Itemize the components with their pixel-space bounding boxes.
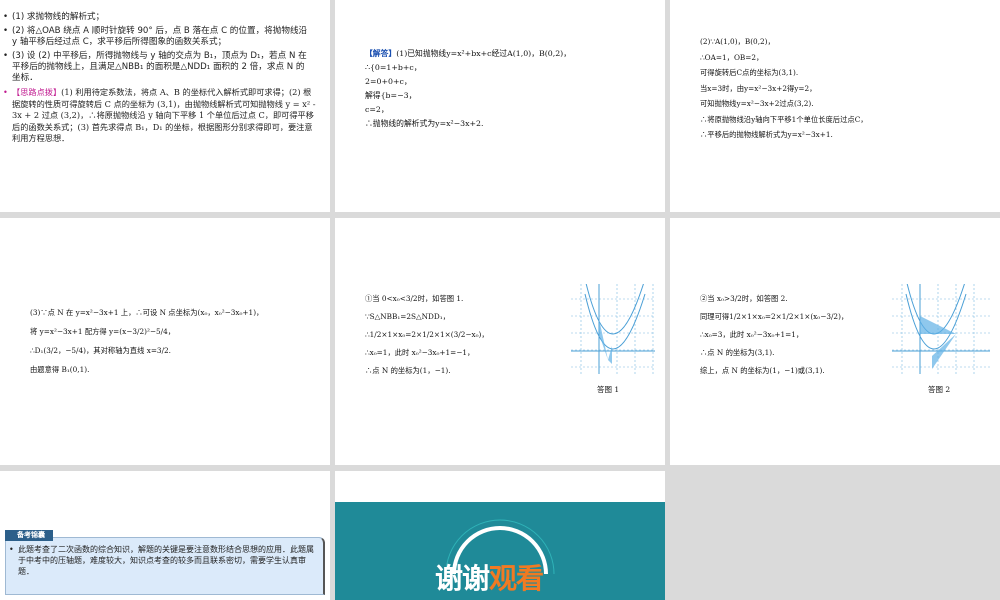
- figure-2-caption: 答图 2: [928, 385, 951, 394]
- figure-1-caption: 答图 1: [597, 385, 620, 394]
- figure-1: [571, 284, 655, 374]
- answer-part2: (2)∵A(1,0)，B(0,2)， ∴OA=1，OB=2， 可得旋转后C点的坐标为…: [700, 37, 868, 139]
- slide-5[interactable]: ①当 0<x₀<3/2时，如答图 1. ∵S△NBB₁=2S△NDD₁， ∴1/2×…: [335, 218, 665, 465]
- question-3: • (3) 设 (2) 中平移后，所得抛物线与 y 轴的交点为 B₁，顶点为 D₁…: [3, 51, 307, 83]
- question-2: • (2) 将△OAB 绕点 A 顺时针旋转 90° 后，点 B 落在点 C 的位…: [3, 26, 308, 47]
- slide-6[interactable]: ②当 x₀>3/2时，如答图 2. 同理可得1/2×1×x₀=2×1/2×1×(x…: [670, 218, 1000, 465]
- case-1: ①当 0<x₀<3/2时，如答图 1. ∵S△NBB₁=2S△NDD₁， ∴1/2×…: [365, 294, 489, 375]
- tip-box: • 此题考查了二次函数的综合知识，解题的关键是要注意数形结合思想的应用．此题属于中…: [5, 537, 325, 595]
- slide-4[interactable]: (3)∵点 N 在 y=x²−3x+1 上，∴可设 N 点坐标为(x₀，x₀²−…: [0, 218, 330, 465]
- thanks-title: 谢谢观看: [435, 562, 544, 595]
- empty-slot: [670, 471, 1000, 600]
- slide-7[interactable]: • 此题考查了二次函数的综合知识，解题的关键是要注意数形结合思想的应用．此题属于中…: [0, 471, 330, 600]
- slide-3[interactable]: (2)∵A(1,0)，B(0,2)， ∴OA=1，OB=2， 可得旋转后C点的坐标为…: [670, 0, 1000, 212]
- thanks-background: 谢谢观看: [335, 502, 665, 600]
- tip-tag: 备考锦囊: [5, 530, 53, 541]
- question-1: • (1) 求抛物线的解析式；: [3, 12, 105, 22]
- figure-2: [892, 284, 990, 374]
- slide-1[interactable]: • (1) 求抛物线的解析式； • (2) 将△OAB 绕点 A 顺时针旋转 90°…: [0, 0, 330, 212]
- slide-8[interactable]: 谢谢观看: [335, 471, 665, 600]
- case-2: ②当 x₀>3/2时，如答图 2. 同理可得1/2×1×x₀=2×1/2×1×(x…: [700, 294, 849, 375]
- slide-2[interactable]: 【解答】(1)已知抛物线y=x²+bx+c经过A(1,0)，B(0,2)， ∴{…: [335, 0, 665, 212]
- hint: • 【思路点拨】(1) 利用待定系数法，将点 A、B 的坐标代入解析式即可求得；(…: [3, 87, 316, 143]
- answer-part1: 【解答】(1)已知抛物线y=x²+bx+c经过A(1,0)，B(0,2)， ∴{…: [365, 49, 572, 128]
- answer-part3: (3)∵点 N 在 y=x²−3x+1 上，∴可设 N 点坐标为(x₀，x₀²−…: [30, 308, 264, 374]
- tip-text: • 此题考查了二次函数的综合知识，解题的关键是要注意数形结合思想的应用．此题属于中…: [9, 545, 314, 576]
